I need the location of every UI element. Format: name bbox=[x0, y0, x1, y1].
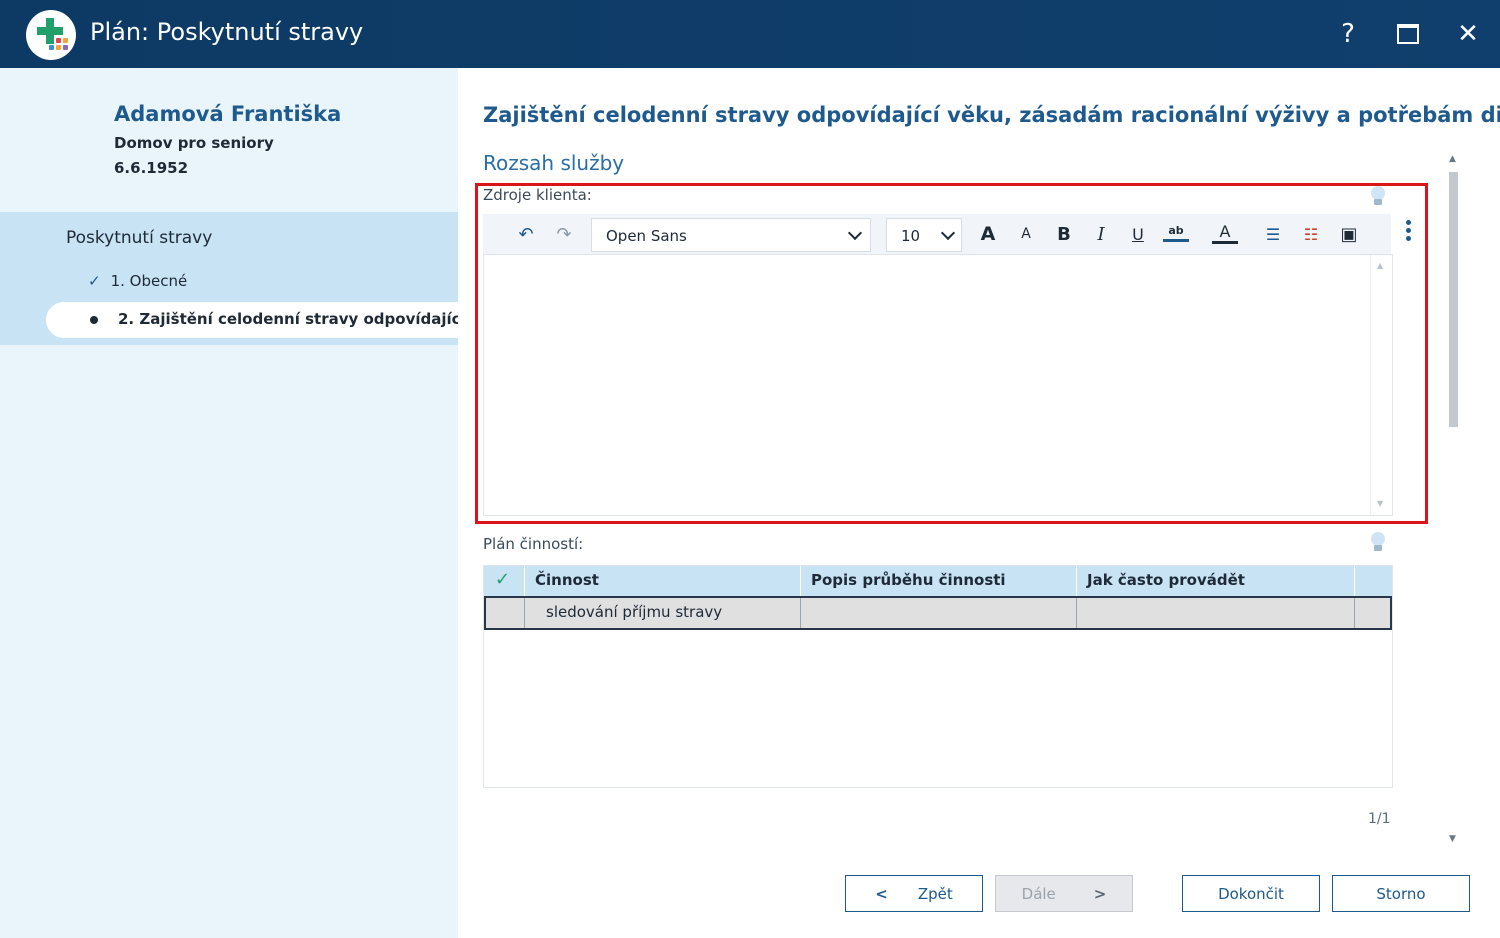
cell-description[interactable] bbox=[800, 598, 1076, 628]
insert-image-icon[interactable]: ▣ bbox=[1336, 222, 1362, 246]
font-family-value: Open Sans bbox=[606, 227, 687, 245]
cell-frequency[interactable] bbox=[1076, 598, 1354, 628]
maximize-button[interactable] bbox=[1388, 14, 1428, 54]
chevron-down-icon bbox=[940, 225, 956, 241]
font-color-icon[interactable]: A bbox=[1212, 222, 1238, 244]
more-options-icon[interactable] bbox=[1406, 220, 1412, 244]
editor-scrollbar[interactable]: ▲ ▼ bbox=[1370, 255, 1392, 515]
column-header-activity[interactable]: Činnost bbox=[524, 566, 800, 596]
patient-organization: Domov pro seniory bbox=[114, 134, 274, 152]
chevron-left-icon: < bbox=[875, 884, 888, 903]
activities-label: Plán činností: bbox=[483, 535, 584, 553]
scroll-down-icon: ▼ bbox=[1377, 499, 1384, 508]
finish-button[interactable]: Dokončit bbox=[1182, 875, 1320, 912]
shrink-font-icon[interactable]: A bbox=[1013, 222, 1039, 246]
app-logo-icon bbox=[26, 10, 76, 60]
title-bar: Plán: Poskytnutí stravy ? ✕ bbox=[0, 0, 1500, 68]
activities-table: ✓ Činnost Popis průběhu činnosti Jak čas… bbox=[483, 565, 1393, 788]
column-header-frequency[interactable]: Jak často provádět bbox=[1076, 566, 1354, 596]
scrollbar-thumb[interactable] bbox=[1449, 172, 1458, 427]
maximize-icon bbox=[1397, 24, 1419, 44]
left-panel: Adamová Františka Domov pro seniory 6.6.… bbox=[0, 68, 458, 938]
checkmark-icon: ✓ bbox=[88, 272, 101, 290]
close-button[interactable]: ✕ bbox=[1448, 14, 1488, 54]
nav-step-1[interactable]: ✓ 1. Obecné bbox=[88, 272, 187, 290]
back-button-label: Zpět bbox=[917, 884, 953, 903]
numbered-list-icon[interactable]: ☷ bbox=[1298, 222, 1324, 246]
help-button[interactable]: ? bbox=[1328, 14, 1368, 54]
pager: 1/1 bbox=[1368, 811, 1391, 827]
back-button[interactable]: < Zpět bbox=[845, 875, 983, 912]
column-header-spacer bbox=[1354, 566, 1392, 596]
nav-step-1-label: 1. Obecné bbox=[110, 272, 188, 290]
table-header: ✓ Činnost Popis průběhu činnosti Jak čas… bbox=[484, 566, 1392, 596]
scroll-up-icon[interactable]: ▲ bbox=[1449, 154, 1456, 164]
cell-spacer bbox=[1354, 598, 1390, 628]
underline-icon[interactable]: U bbox=[1125, 222, 1151, 246]
next-button[interactable]: Dále > bbox=[995, 875, 1133, 912]
next-button-label: Dále bbox=[1021, 884, 1056, 903]
cancel-button[interactable]: Storno bbox=[1332, 875, 1470, 912]
row-select-cell[interactable] bbox=[486, 598, 524, 628]
chevron-down-icon bbox=[847, 225, 863, 241]
nav-step-2-label: 2. Zajištění celodenní stravy odpovídají… bbox=[118, 310, 458, 328]
select-all-check-icon[interactable]: ✓ bbox=[484, 566, 524, 596]
italic-icon[interactable]: I bbox=[1088, 222, 1114, 246]
page-title: Zajištění celodenní stravy odpovídající … bbox=[483, 103, 1500, 127]
chevron-right-icon: > bbox=[1093, 884, 1107, 903]
resources-editor[interactable]: ▲ ▼ bbox=[483, 254, 1393, 516]
step-navigation: Poskytnutí stravy ✓ 1. Obecné 2. Zajištěn… bbox=[0, 212, 458, 345]
scroll-up-icon: ▲ bbox=[1377, 261, 1384, 270]
resources-label: Zdroje klienta: bbox=[483, 186, 592, 204]
section-title: Rozsah služby bbox=[483, 151, 625, 175]
font-size-select[interactable]: 10 bbox=[886, 218, 962, 252]
bullet-list-icon[interactable]: ☰ bbox=[1260, 222, 1286, 246]
cell-activity[interactable]: sledování příjmu stravy bbox=[524, 598, 800, 628]
font-family-select[interactable]: Open Sans bbox=[591, 218, 871, 252]
patient-name: Adamová Františka bbox=[114, 102, 342, 126]
window-title: Plán: Poskytnutí stravy bbox=[90, 18, 364, 46]
redo-icon[interactable]: ↷ bbox=[551, 222, 577, 246]
editor-toolbar: ↶ ↷ Open Sans 10 A A B I U ab A ☰ ☷ ▣ bbox=[483, 214, 1391, 254]
scroll-down-icon[interactable]: ▼ bbox=[1449, 834, 1456, 844]
column-header-description[interactable]: Popis průběhu činnosti bbox=[800, 566, 1076, 596]
main-scrollbar[interactable]: ▲ ▼ bbox=[1444, 150, 1464, 850]
bold-icon[interactable]: B bbox=[1051, 222, 1077, 246]
table-row[interactable]: sledování příjmu stravy bbox=[484, 596, 1392, 630]
grow-font-icon[interactable]: A bbox=[975, 222, 1001, 246]
patient-birth-date: 6.6.1952 bbox=[114, 159, 189, 177]
font-size-value: 10 bbox=[901, 227, 921, 245]
nav-header: Poskytnutí stravy bbox=[66, 228, 213, 248]
hint-lightbulb-icon[interactable] bbox=[1370, 186, 1386, 208]
hint-lightbulb-icon[interactable] bbox=[1370, 532, 1386, 554]
highlight-icon[interactable]: ab bbox=[1163, 222, 1189, 242]
nav-step-2[interactable]: 2. Zajištění celodenní stravy odpovídají… bbox=[46, 302, 458, 338]
current-step-dot-icon bbox=[90, 316, 98, 324]
undo-icon[interactable]: ↶ bbox=[513, 222, 539, 246]
